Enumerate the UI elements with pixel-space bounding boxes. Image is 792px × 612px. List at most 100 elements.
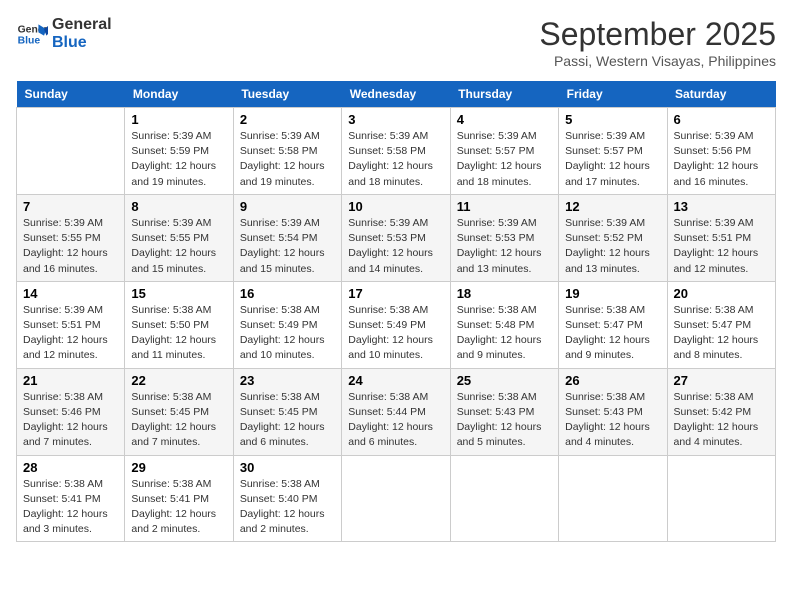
day-info: Sunrise: 5:38 AM Sunset: 5:50 PM Dayligh… <box>131 303 226 364</box>
calendar-cell: 23 Sunrise: 5:38 AM Sunset: 5:45 PM Dayli… <box>233 368 341 455</box>
week-row-1: 1 Sunrise: 5:39 AM Sunset: 5:59 PM Daylig… <box>17 108 776 195</box>
day-info: Sunrise: 5:38 AM Sunset: 5:43 PM Dayligh… <box>457 390 552 451</box>
day-number: 9 <box>240 199 335 214</box>
calendar-cell <box>17 108 125 195</box>
day-number: 14 <box>23 286 118 301</box>
day-number: 29 <box>131 460 226 475</box>
day-info: Sunrise: 5:38 AM Sunset: 5:47 PM Dayligh… <box>674 303 769 364</box>
calendar-cell: 11 Sunrise: 5:39 AM Sunset: 5:53 PM Dayli… <box>450 194 558 281</box>
calendar-cell: 22 Sunrise: 5:38 AM Sunset: 5:45 PM Dayli… <box>125 368 233 455</box>
day-info: Sunrise: 5:38 AM Sunset: 5:41 PM Dayligh… <box>23 477 118 538</box>
day-number: 12 <box>565 199 660 214</box>
column-header-friday: Friday <box>559 81 667 108</box>
day-info: Sunrise: 5:38 AM Sunset: 5:42 PM Dayligh… <box>674 390 769 451</box>
day-info: Sunrise: 5:39 AM Sunset: 5:53 PM Dayligh… <box>348 216 443 277</box>
day-info: Sunrise: 5:39 AM Sunset: 5:57 PM Dayligh… <box>565 129 660 190</box>
day-info: Sunrise: 5:39 AM Sunset: 5:53 PM Dayligh… <box>457 216 552 277</box>
day-number: 7 <box>23 199 118 214</box>
calendar-cell: 26 Sunrise: 5:38 AM Sunset: 5:43 PM Dayli… <box>559 368 667 455</box>
day-number: 26 <box>565 373 660 388</box>
calendar-cell: 27 Sunrise: 5:38 AM Sunset: 5:42 PM Dayli… <box>667 368 775 455</box>
calendar-table: SundayMondayTuesdayWednesdayThursdayFrid… <box>16 81 776 542</box>
column-header-monday: Monday <box>125 81 233 108</box>
day-info: Sunrise: 5:38 AM Sunset: 5:45 PM Dayligh… <box>131 390 226 451</box>
day-info: Sunrise: 5:39 AM Sunset: 5:51 PM Dayligh… <box>674 216 769 277</box>
day-number: 21 <box>23 373 118 388</box>
day-info: Sunrise: 5:39 AM Sunset: 5:57 PM Dayligh… <box>457 129 552 190</box>
day-number: 2 <box>240 112 335 127</box>
day-info: Sunrise: 5:39 AM Sunset: 5:56 PM Dayligh… <box>674 129 769 190</box>
day-number: 23 <box>240 373 335 388</box>
day-number: 11 <box>457 199 552 214</box>
day-number: 15 <box>131 286 226 301</box>
day-number: 24 <box>348 373 443 388</box>
day-info: Sunrise: 5:38 AM Sunset: 5:43 PM Dayligh… <box>565 390 660 451</box>
day-number: 27 <box>674 373 769 388</box>
day-info: Sunrise: 5:38 AM Sunset: 5:45 PM Dayligh… <box>240 390 335 451</box>
day-number: 18 <box>457 286 552 301</box>
day-number: 19 <box>565 286 660 301</box>
day-info: Sunrise: 5:38 AM Sunset: 5:47 PM Dayligh… <box>565 303 660 364</box>
day-number: 20 <box>674 286 769 301</box>
calendar-cell: 17 Sunrise: 5:38 AM Sunset: 5:49 PM Dayli… <box>342 281 450 368</box>
day-number: 13 <box>674 199 769 214</box>
calendar-cell: 4 Sunrise: 5:39 AM Sunset: 5:57 PM Daylig… <box>450 108 558 195</box>
calendar-cell: 15 Sunrise: 5:38 AM Sunset: 5:50 PM Dayli… <box>125 281 233 368</box>
column-header-saturday: Saturday <box>667 81 775 108</box>
calendar-cell: 3Sunrise: 5:39 AM Sunset: 5:58 PM Daylig… <box>342 108 450 195</box>
day-info: Sunrise: 5:38 AM Sunset: 5:46 PM Dayligh… <box>23 390 118 451</box>
column-header-thursday: Thursday <box>450 81 558 108</box>
calendar-cell: 5 Sunrise: 5:39 AM Sunset: 5:57 PM Daylig… <box>559 108 667 195</box>
calendar-cell: 25 Sunrise: 5:38 AM Sunset: 5:43 PM Dayli… <box>450 368 558 455</box>
title-section: September 2025 Passi, Western Visayas, P… <box>539 16 776 69</box>
calendar-cell: 6 Sunrise: 5:39 AM Sunset: 5:56 PM Daylig… <box>667 108 775 195</box>
logo-text-general: General <box>52 16 112 34</box>
day-number: 25 <box>457 373 552 388</box>
calendar-cell <box>559 455 667 542</box>
day-info: Sunrise: 5:39 AM Sunset: 5:54 PM Dayligh… <box>240 216 335 277</box>
day-info: Sunrise: 5:39 AM Sunset: 5:52 PM Dayligh… <box>565 216 660 277</box>
calendar-cell: 19 Sunrise: 5:38 AM Sunset: 5:47 PM Dayli… <box>559 281 667 368</box>
day-number: 4 <box>457 112 552 127</box>
week-row-3: 14 Sunrise: 5:39 AM Sunset: 5:51 PM Dayli… <box>17 281 776 368</box>
day-info: Sunrise: 5:39 AM Sunset: 5:59 PM Dayligh… <box>131 129 226 190</box>
calendar-cell: 16Sunrise: 5:38 AM Sunset: 5:49 PM Dayli… <box>233 281 341 368</box>
logo: General Blue General Blue <box>16 16 112 51</box>
header-row: SundayMondayTuesdayWednesdayThursdayFrid… <box>17 81 776 108</box>
day-info: Sunrise: 5:38 AM Sunset: 5:44 PM Dayligh… <box>348 390 443 451</box>
day-number: 30 <box>240 460 335 475</box>
calendar-cell: 24 Sunrise: 5:38 AM Sunset: 5:44 PM Dayli… <box>342 368 450 455</box>
day-number: 22 <box>131 373 226 388</box>
day-info: Sunrise: 5:39 AM Sunset: 5:58 PM Dayligh… <box>240 129 335 190</box>
calendar-cell: 13 Sunrise: 5:39 AM Sunset: 5:51 PM Dayli… <box>667 194 775 281</box>
day-info: Sunrise: 5:39 AM Sunset: 5:55 PM Dayligh… <box>131 216 226 277</box>
calendar-cell: 2 Sunrise: 5:39 AM Sunset: 5:58 PM Daylig… <box>233 108 341 195</box>
page-header: General Blue General Blue September 2025… <box>16 16 776 69</box>
week-row-4: 21 Sunrise: 5:38 AM Sunset: 5:46 PM Dayli… <box>17 368 776 455</box>
week-row-5: 28Sunrise: 5:38 AM Sunset: 5:41 PM Dayli… <box>17 455 776 542</box>
calendar-cell: 28Sunrise: 5:38 AM Sunset: 5:41 PM Dayli… <box>17 455 125 542</box>
day-number: 6 <box>674 112 769 127</box>
day-info: Sunrise: 5:38 AM Sunset: 5:41 PM Dayligh… <box>131 477 226 538</box>
day-number: 16 <box>240 286 335 301</box>
calendar-cell: 30 Sunrise: 5:38 AM Sunset: 5:40 PM Dayli… <box>233 455 341 542</box>
column-header-sunday: Sunday <box>17 81 125 108</box>
calendar-cell <box>450 455 558 542</box>
day-info: Sunrise: 5:38 AM Sunset: 5:49 PM Dayligh… <box>348 303 443 364</box>
calendar-cell: 18Sunrise: 5:38 AM Sunset: 5:48 PM Dayli… <box>450 281 558 368</box>
day-number: 17 <box>348 286 443 301</box>
calendar-cell: 14 Sunrise: 5:39 AM Sunset: 5:51 PM Dayli… <box>17 281 125 368</box>
day-number: 5 <box>565 112 660 127</box>
month-title: September 2025 <box>539 16 776 53</box>
calendar-cell <box>667 455 775 542</box>
logo-icon: General Blue <box>16 18 48 50</box>
calendar-cell: 21 Sunrise: 5:38 AM Sunset: 5:46 PM Dayli… <box>17 368 125 455</box>
day-info: Sunrise: 5:38 AM Sunset: 5:40 PM Dayligh… <box>240 477 335 538</box>
day-number: 1 <box>131 112 226 127</box>
calendar-cell: 20 Sunrise: 5:38 AM Sunset: 5:47 PM Dayli… <box>667 281 775 368</box>
logo-text-blue: Blue <box>52 34 112 52</box>
calendar-cell: 1 Sunrise: 5:39 AM Sunset: 5:59 PM Daylig… <box>125 108 233 195</box>
calendar-cell: 8Sunrise: 5:39 AM Sunset: 5:55 PM Daylig… <box>125 194 233 281</box>
calendar-cell: 9 Sunrise: 5:39 AM Sunset: 5:54 PM Daylig… <box>233 194 341 281</box>
day-info: Sunrise: 5:39 AM Sunset: 5:51 PM Dayligh… <box>23 303 118 364</box>
